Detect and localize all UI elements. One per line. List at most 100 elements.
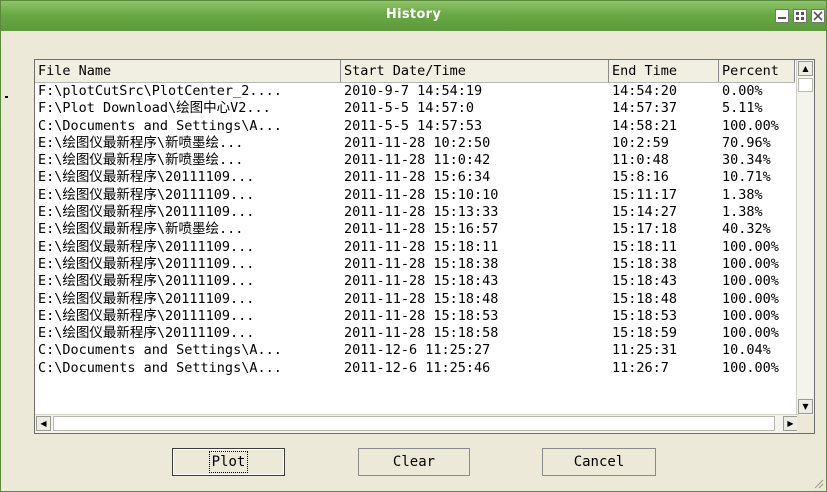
table-row[interactable]: E:\绘图仪最新程序\20111109... 2011-11-28 15:18:5… — [35, 308, 795, 325]
cell-file-name: E:\绘图仪最新程序\20111109... — [38, 186, 255, 203]
cell-file-name: E:\绘图仪最新程序\新喷墨绘... — [38, 221, 244, 238]
column-header-percent[interactable]: Percent — [719, 60, 795, 82]
close-icon — [813, 11, 823, 21]
vertical-scroll-thumb[interactable] — [798, 78, 813, 92]
cell-start-time: 2011-11-28 15:18:11 — [344, 238, 499, 255]
cell-file-name: E:\绘图仪最新程序\20111109... — [38, 273, 255, 290]
cell-percent: 30.34% — [722, 152, 771, 169]
cell-percent: 100.00% — [722, 290, 779, 307]
close-button[interactable] — [811, 9, 825, 23]
cell-start-time: 2011-11-28 11:0:42 — [344, 152, 491, 169]
cell-start-time: 2011-11-28 15:16:57 — [344, 221, 499, 238]
table-row[interactable]: E:\绘图仪最新程序\20111109... 2011-11-28 15:13:3… — [35, 204, 795, 221]
cell-file-name: F:\Plot Download\绘图中心V2... — [38, 100, 271, 117]
cell-end-time: 11:26:7 — [612, 359, 669, 376]
arrow-right-icon: ▶ — [787, 419, 794, 428]
table-row[interactable]: E:\绘图仪最新程序\20111109... 2011-11-28 15:6:34… — [35, 169, 795, 186]
cell-percent: 1.38% — [722, 186, 763, 203]
arrow-left-icon: ◀ — [40, 419, 47, 428]
cell-end-time: 15:18:43 — [612, 273, 678, 290]
table-row[interactable]: C:\Documents and Settings\A... 2011-5-5 1… — [35, 118, 795, 135]
cell-end-time: 15:8:16 — [612, 169, 669, 186]
cell-file-name: E:\绘图仪最新程序\20111109... — [38, 238, 255, 255]
vertical-scrollbar[interactable]: ▲ ▼ — [796, 60, 814, 415]
title-bar[interactable]: History — [1, 1, 826, 31]
cell-file-name: E:\绘图仪最新程序\20111109... — [38, 169, 255, 186]
table-row[interactable]: E:\绘图仪最新程序\20111109... 2011-11-28 15:18:4… — [35, 273, 795, 290]
cell-start-time: 2011-11-28 15:13:33 — [344, 204, 499, 221]
scroll-corner — [797, 415, 814, 433]
cell-percent: 100.00% — [722, 307, 779, 324]
minimize-button[interactable] — [775, 9, 789, 23]
cell-start-time: 2011-11-28 15:18:53 — [344, 307, 499, 324]
cell-end-time: 15:18:11 — [612, 238, 678, 255]
table-row[interactable]: F:\Plot Download\绘图中心V2... 2011-5-5 14:57… — [35, 100, 795, 117]
maximize-button[interactable] — [793, 9, 807, 23]
scroll-up-button[interactable]: ▲ — [798, 61, 813, 76]
cell-percent: 70.96% — [722, 134, 771, 151]
cell-start-time: 2011-11-28 15:18:38 — [344, 255, 499, 272]
cell-percent: 40.32% — [722, 221, 771, 238]
column-header-file-name[interactable]: File Name — [35, 60, 341, 82]
table-row[interactable]: E:\绘图仪最新程序\新喷墨绘... 2011-11-28 15:16:57 15:… — [35, 221, 795, 238]
resize-grip-icon[interactable] — [812, 477, 824, 489]
horizontal-scroll-thumb[interactable] — [53, 416, 775, 431]
table-row[interactable]: F:\plotCutSrc\PlotCenter_2.... 2010-9-7 1… — [35, 83, 795, 100]
cell-end-time: 11:25:31 — [612, 342, 678, 359]
scroll-left-button[interactable]: ◀ — [36, 416, 51, 431]
cell-file-name: C:\Documents and Settings\A... — [38, 359, 282, 376]
cell-file-name: C:\Documents and Settings\A... — [38, 342, 282, 359]
cell-end-time: 15:18:59 — [612, 325, 678, 342]
cell-percent: 1.38% — [722, 204, 763, 221]
table-row[interactable]: E:\绘图仪最新程序\20111109... 2011-11-28 15:18:5… — [35, 325, 795, 342]
cell-end-time: 15:17:18 — [612, 221, 678, 238]
cell-end-time: 11:0:48 — [612, 152, 669, 169]
cell-percent: 100.00% — [722, 117, 779, 134]
clear-button[interactable]: Clear — [358, 448, 470, 476]
table-row[interactable]: E:\绘图仪最新程序\新喷墨绘... 2011-11-28 11:0:42 11:0… — [35, 152, 795, 169]
cell-end-time: 15:14:27 — [612, 204, 678, 221]
cell-end-time: 15:18:48 — [612, 290, 678, 307]
cell-start-time: 2011-11-28 15:6:34 — [344, 169, 491, 186]
table-row[interactable]: C:\Documents and Settings\A... 2011-12-6 … — [35, 342, 795, 359]
table-row[interactable]: C:\Documents and Settings\A... 2011-12-6 … — [35, 360, 795, 377]
table-row[interactable]: E:\绘图仪最新程序\20111109... 2011-11-28 15:10:1… — [35, 187, 795, 204]
scroll-down-button[interactable]: ▼ — [798, 399, 813, 414]
minimize-icon — [778, 17, 786, 19]
cell-percent: 100.00% — [722, 238, 779, 255]
table-row[interactable]: E:\绘图仪最新程序\20111109... 2011-11-28 15:18:1… — [35, 239, 795, 256]
cell-file-name: F:\plotCutSrc\PlotCenter_2.... — [38, 83, 282, 99]
cell-start-time: 2010-9-7 14:54:19 — [344, 83, 483, 99]
cell-file-name: E:\绘图仪最新程序\新喷墨绘... — [38, 152, 244, 169]
table-row[interactable]: E:\绘图仪最新程序\20111109... 2011-11-28 15:18:4… — [35, 291, 795, 308]
cell-percent: 10.71% — [722, 169, 771, 186]
arrow-down-icon: ▼ — [802, 402, 809, 411]
horizontal-scrollbar[interactable]: ◀ ▶ — [35, 414, 799, 433]
cell-file-name: E:\绘图仪最新程序\20111109... — [38, 204, 255, 221]
cell-file-name: E:\绘图仪最新程序\20111109... — [38, 290, 255, 307]
cell-file-name: E:\绘图仪最新程序\20111109... — [38, 255, 255, 272]
table-row[interactable]: E:\绘图仪最新程序\新喷墨绘... 2011-11-28 10:2:50 10:2… — [35, 135, 795, 152]
table-row[interactable]: E:\绘图仪最新程序\20111109... 2011-11-28 15:18:3… — [35, 256, 795, 273]
history-list[interactable]: File Name Start Date/Time End Time Perce… — [34, 59, 815, 434]
cell-file-name: C:\Documents and Settings\A... — [38, 117, 282, 134]
plot-button-label: Plot — [208, 451, 249, 473]
cell-file-name: E:\绘图仪最新程序\20111109... — [38, 307, 255, 324]
cell-percent: 100.00% — [722, 255, 779, 272]
plot-button[interactable]: Plot — [172, 448, 285, 476]
arrow-up-icon: ▲ — [802, 64, 809, 73]
cell-end-time: 15:18:38 — [612, 255, 678, 272]
column-header-end-time[interactable]: End Time — [609, 60, 719, 82]
cell-percent: 0.00% — [722, 83, 763, 99]
cell-start-time: 2011-11-28 15:18:48 — [344, 290, 499, 307]
scroll-right-button[interactable]: ▶ — [783, 416, 798, 431]
list-rows: F:\plotCutSrc\PlotCenter_2.... 2010-9-7 1… — [35, 83, 795, 377]
cancel-button[interactable]: Cancel — [542, 448, 656, 476]
cell-end-time: 14:58:21 — [612, 117, 678, 134]
cell-start-time: 2011-11-28 10:2:50 — [344, 134, 491, 151]
cell-end-time: 15:11:17 — [612, 186, 678, 203]
cell-end-time: 10:2:59 — [612, 134, 669, 151]
cell-start-time: 2011-11-28 15:10:10 — [344, 186, 499, 203]
column-header-start-time[interactable]: Start Date/Time — [341, 60, 609, 82]
cell-start-time: 2011-5-5 14:57:53 — [344, 117, 483, 134]
